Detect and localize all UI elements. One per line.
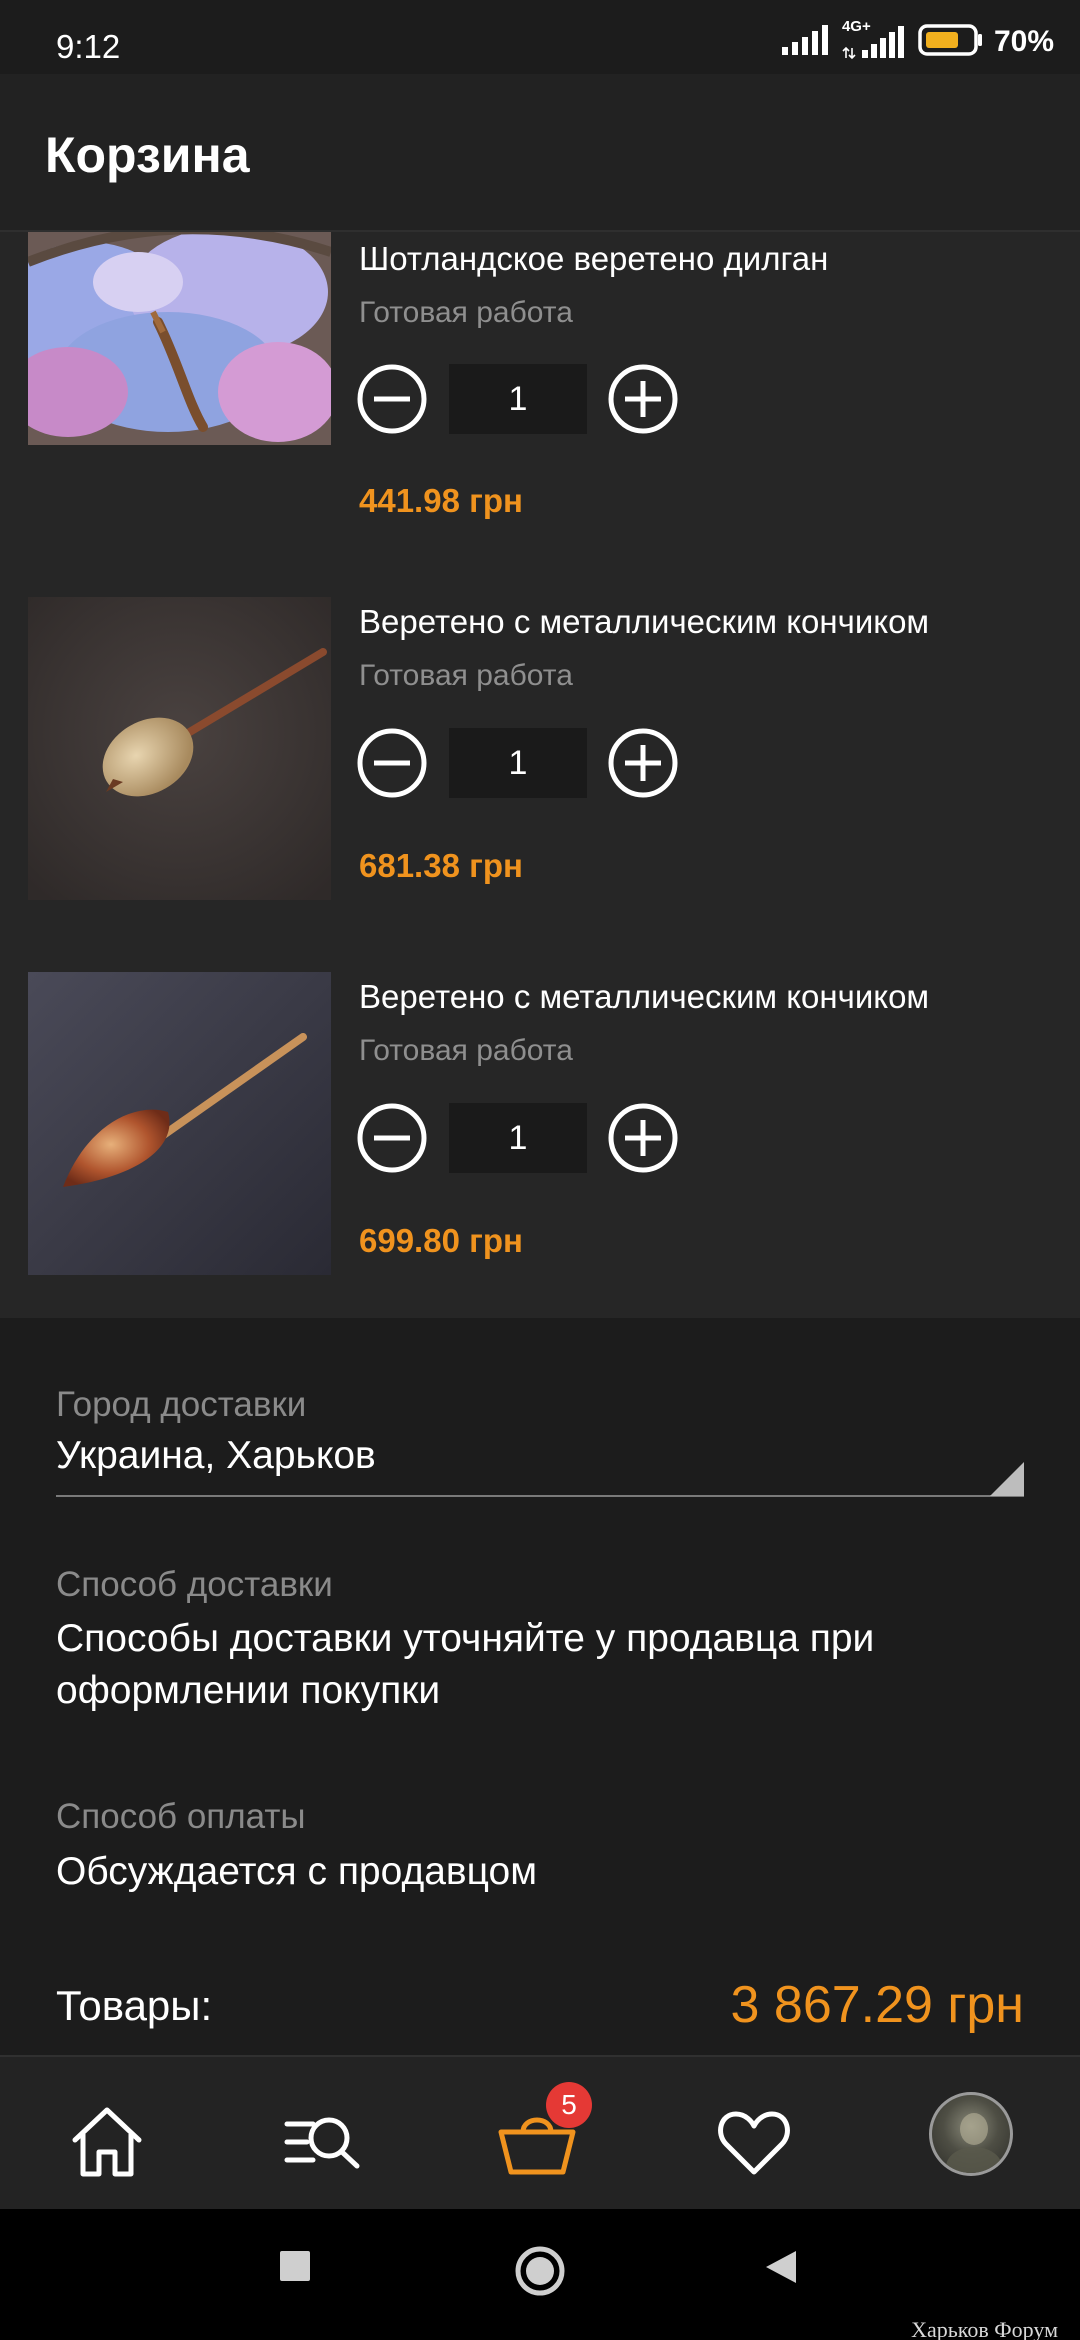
increase-quantity-button[interactable] — [607, 727, 679, 799]
payment-method-label: Способ оплаты — [56, 1797, 306, 1836]
quantity-field[interactable]: 1 — [449, 1103, 587, 1173]
cart-item-title[interactable]: Веретено с металлическим кончиком — [359, 978, 929, 1016]
back-triangle-icon — [766, 2251, 796, 2283]
home-icon — [72, 2107, 142, 2177]
cart-list[interactable]: Шотландское веретено дилган Готовая рабо… — [0, 232, 1080, 1318]
status-bar: 9:12 4G+ 70% — [0, 0, 1080, 74]
network-4g-signal-icon: 4G+ — [842, 18, 908, 62]
square-icon — [280, 2251, 310, 2281]
decrease-quantity-button[interactable] — [356, 363, 428, 435]
delivery-method-value: Способы доставки уточняйте у продавца пр… — [56, 1617, 875, 1712]
total-label: Товары: — [56, 1982, 213, 2029]
delivery-city-label: Город доставки — [56, 1385, 307, 1424]
cart-item-subtitle: Готовая работа — [359, 659, 573, 692]
payment-method-value: Обсуждается с продавцом — [56, 1850, 538, 1893]
cart-item: Веретено с металлическим кончиком Готова… — [0, 597, 1080, 971]
delivery-city-select[interactable]: Украина, Харьков — [56, 1430, 1024, 1496]
heart-icon — [718, 2111, 790, 2175]
dropdown-triangle-icon[interactable] — [990, 1462, 1024, 1496]
home-button[interactable] — [513, 2244, 567, 2298]
catalog-search-icon — [284, 2117, 360, 2169]
delivery-city-underline — [56, 1495, 1024, 1497]
system-navigation-bar: Харьков Форум — [0, 2209, 1080, 2340]
avatar[interactable] — [929, 2092, 1013, 2176]
page-title: Корзина — [45, 127, 250, 183]
cart-item-title[interactable]: Веретено с металлическим кончиком — [359, 603, 929, 641]
app-header: Корзина — [0, 74, 1080, 232]
signal-icon — [780, 23, 832, 62]
circle-icon — [515, 2246, 565, 2296]
nav-favorites[interactable] — [709, 2097, 799, 2187]
cart-item-price: 699.80 грн — [359, 1222, 523, 1259]
battery-percent: 70% — [993, 25, 1054, 58]
nav-home[interactable] — [62, 2097, 152, 2187]
decrease-quantity-button[interactable] — [356, 727, 428, 799]
status-icons: 4G+ 70% — [780, 18, 1054, 62]
delivery-method-label: Способ доставки — [56, 1565, 333, 1604]
recent-apps-button[interactable] — [278, 2249, 312, 2283]
battery-icon — [918, 23, 984, 62]
spindle-photo[interactable] — [28, 597, 331, 900]
total-value: 3 867.29 грн — [730, 1976, 1024, 2034]
watermark: Харьков Форум — [911, 2317, 1058, 2340]
cart-item-title[interactable]: Шотландское веретено дилган — [359, 240, 828, 278]
cart-item-subtitle: Готовая работа — [359, 296, 573, 329]
spindle-photo[interactable] — [28, 972, 331, 1275]
status-time: 9:12 — [56, 28, 121, 65]
increase-quantity-button[interactable] — [607, 363, 679, 435]
nav-catalog-search[interactable] — [278, 2097, 368, 2187]
cart-item: Шотландское веретено дилган Готовая рабо… — [0, 232, 1080, 522]
cart-item-subtitle: Готовая работа — [359, 1034, 573, 1067]
increase-quantity-button[interactable] — [607, 1102, 679, 1174]
quantity-field[interactable]: 1 — [449, 364, 587, 434]
back-button[interactable] — [762, 2249, 798, 2285]
decrease-quantity-button[interactable] — [356, 1102, 428, 1174]
cart-item-price: 441.98 грн — [359, 482, 523, 519]
cart-item-price: 681.38 грн — [359, 847, 523, 884]
cart-item: Веретено с металлическим кончиком Готова… — [0, 972, 1080, 1318]
wool-spindle-photo[interactable] — [28, 232, 331, 445]
quantity-field[interactable]: 1 — [449, 728, 587, 798]
bottom-navigation: 5 — [0, 2055, 1080, 2209]
delivery-city-value: Украина, Харьков — [56, 1434, 376, 1477]
cart-count-badge: 5 — [546, 2082, 592, 2128]
